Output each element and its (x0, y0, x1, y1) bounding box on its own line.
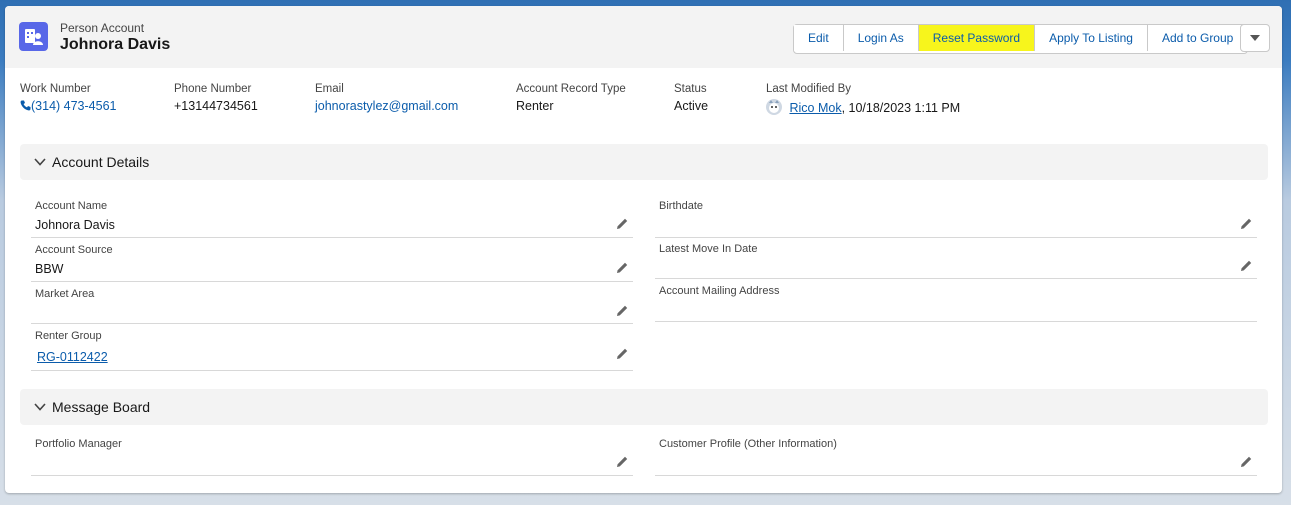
status-value: Active (674, 99, 709, 113)
record-type-value: Renter (516, 99, 554, 113)
account-source-field: Account Source BBW (31, 244, 633, 282)
account-source-value: BBW (35, 262, 64, 276)
apply-to-listing-button[interactable]: Apply To Listing (1035, 25, 1148, 51)
work-number-field: Work Number (314) 473-4561 (20, 83, 116, 113)
avatar (766, 99, 782, 115)
edit-pencil-icon[interactable] (1240, 259, 1253, 272)
work-number-link[interactable]: (314) 473-4561 (31, 99, 116, 113)
edit-pencil-icon[interactable] (616, 347, 629, 360)
edit-pencil-icon[interactable] (616, 217, 629, 230)
edit-pencil-icon[interactable] (616, 304, 629, 317)
customer-profile-field: Customer Profile (Other Information) (655, 438, 1257, 476)
portfolio-manager-field: Portfolio Manager (31, 438, 633, 476)
chevron-down-icon (34, 403, 46, 411)
message-board-title: Message Board (52, 399, 151, 415)
account-name-value: Johnora Davis (35, 218, 115, 232)
page-title: Johnora Davis (60, 36, 171, 53)
chevron-down-icon (34, 158, 46, 166)
record-type-field: Account Record Type Renter (516, 83, 626, 113)
customer-profile-label: Customer Profile (Other Information) (659, 438, 837, 450)
renter-group-field: Renter Group RG-0112422 (31, 330, 633, 371)
edit-pencil-icon[interactable] (616, 455, 629, 468)
renter-group-link[interactable]: RG-0112422 (37, 350, 108, 364)
phone-number-value: +13144734561 (174, 99, 258, 113)
record-header: Person Account Johnora Davis Edit Login … (5, 6, 1282, 68)
chevron-down-icon (1250, 35, 1260, 41)
edit-pencil-icon[interactable] (1240, 455, 1253, 468)
action-button-group: Edit Login As Reset Password Apply To Li… (793, 24, 1249, 54)
latest-move-in-date-label: Latest Move In Date (659, 243, 758, 255)
work-number-label: Work Number (20, 83, 91, 95)
email-link[interactable]: johnorastylez@gmail.com (315, 99, 458, 113)
account-details-title: Account Details (52, 154, 150, 170)
market-area-field: Market Area (31, 288, 633, 324)
account-details-section-header[interactable]: Account Details (20, 144, 1268, 180)
add-to-group-button[interactable]: Add to Group (1147, 25, 1248, 51)
last-modified-label: Last Modified By (766, 83, 852, 95)
phone-icon (20, 100, 31, 111)
login-as-button[interactable]: Login As (843, 25, 919, 51)
account-mailing-address-label: Account Mailing Address (659, 285, 780, 297)
latest-move-in-date-field: Latest Move In Date (655, 243, 1257, 279)
object-type-label: Person Account (60, 21, 145, 35)
status-field: Status Active (674, 83, 708, 113)
modified-date: , 10/18/2023 1:11 PM (841, 101, 961, 115)
phone-number-label: Phone Number (174, 83, 252, 95)
email-label: Email (315, 83, 344, 95)
account-source-label: Account Source (35, 244, 113, 256)
edit-button[interactable]: Edit (794, 25, 844, 51)
record-card: Person Account Johnora Davis Edit Login … (5, 6, 1282, 493)
edit-pencil-icon[interactable] (616, 261, 629, 274)
edit-pencil-icon[interactable] (1240, 217, 1253, 230)
market-area-label: Market Area (35, 288, 95, 300)
portfolio-manager-label: Portfolio Manager (35, 438, 122, 450)
status-label: Status (674, 83, 707, 95)
renter-group-label: Renter Group (35, 330, 102, 342)
account-name-field: Account Name Johnora Davis (31, 200, 633, 238)
account-mailing-address-field: Account Mailing Address (655, 285, 1257, 322)
reset-password-button[interactable]: Reset Password (918, 25, 1036, 51)
last-modified-field: Last Modified By Rico Mok, 10/18/2023 1:… (766, 83, 960, 115)
more-actions-button[interactable] (1240, 24, 1270, 52)
modified-by-user-link[interactable]: Rico Mok (789, 101, 841, 115)
phone-number-field: Phone Number +13144734561 (174, 83, 258, 113)
record-type-label: Account Record Type (516, 83, 626, 95)
message-board-section-header[interactable]: Message Board (20, 389, 1268, 425)
email-field: Email johnorastylez@gmail.com (315, 83, 458, 113)
account-name-label: Account Name (35, 200, 108, 212)
birthdate-field: Birthdate (655, 200, 1257, 238)
person-account-icon (19, 22, 48, 51)
birthdate-label: Birthdate (659, 200, 704, 212)
